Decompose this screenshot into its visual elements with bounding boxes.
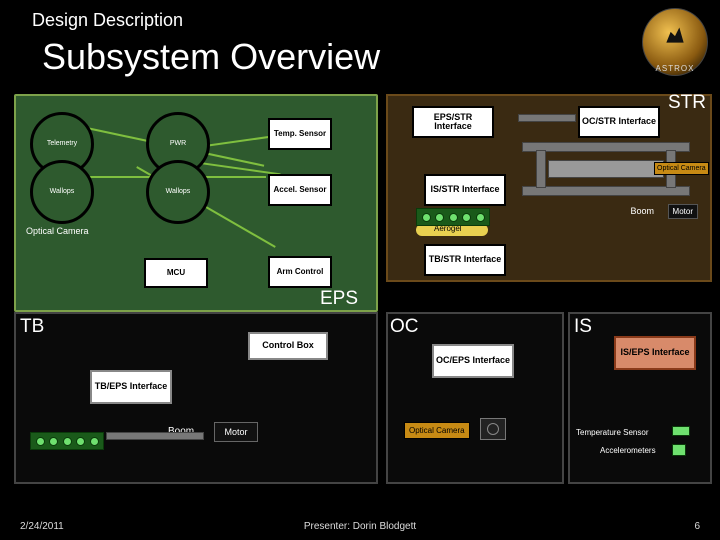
rail <box>522 142 690 152</box>
design-description-heading: Design Description <box>32 10 183 31</box>
str-panel: EPS/STR Interface OC/STR Interface IS/ST… <box>386 94 712 282</box>
temp-sensor-label: Temperature Sensor <box>576 428 648 437</box>
control-box: Control Box <box>248 332 328 360</box>
wallops-right-node: Wallops <box>146 160 210 224</box>
optical-camera-tag-oc: Optical Camera <box>404 422 470 439</box>
accel-label: Accelerometers <box>600 446 656 455</box>
is-str-interface-box: IS/STR Interface <box>424 174 506 206</box>
mcu-box: MCU <box>144 258 208 288</box>
brand-text: ASTROX <box>656 64 695 73</box>
optical-camera-tag: Optical Camera <box>654 162 709 175</box>
oc-eps-interface-box: OC/EPS Interface <box>432 344 514 378</box>
eps-panel: Telemetry PWR Wallops Wallops Temp. Sens… <box>14 94 378 312</box>
rail <box>518 114 576 122</box>
rail <box>106 432 204 440</box>
tb-eps-interface-box: TB/EPS Interface <box>90 370 172 404</box>
optical-camera-label: Optical Camera <box>26 226 89 236</box>
rail <box>536 150 546 188</box>
tb-label: TB <box>20 316 44 338</box>
is-label: IS <box>574 316 592 338</box>
arm-control-box: Arm Control <box>268 256 332 288</box>
motor-tag: Motor <box>668 204 698 219</box>
oc-label: OC <box>390 316 419 338</box>
str-label: STR <box>668 92 706 114</box>
boom-label: Boom <box>630 206 654 216</box>
astrox-logo: ASTROX <box>642 8 708 76</box>
eps-str-interface-box: EPS/STR Interface <box>412 106 494 138</box>
camera-icon <box>480 418 506 440</box>
page-title: Subsystem Overview <box>42 36 380 78</box>
pcb-icon <box>30 432 104 450</box>
oc-str-interface-box: OC/STR Interface <box>578 106 660 138</box>
eps-label: EPS <box>320 288 358 310</box>
tb-str-interface-box: TB/STR Interface <box>424 244 506 276</box>
temp-sensor-icon <box>672 426 690 436</box>
is-eps-interface-box: IS/EPS Interface <box>614 336 696 370</box>
rail <box>548 160 664 178</box>
footer-presenter: Presenter: Dorin Blodgett <box>0 521 720 532</box>
pcb-icon <box>416 208 490 226</box>
wallops-left-node: Wallops <box>30 160 94 224</box>
footer-page-number: 6 <box>694 521 700 532</box>
wolf-icon <box>662 21 688 47</box>
temp-sensor-box: Temp. Sensor <box>268 118 332 150</box>
motor-box-tb: Motor <box>214 422 258 442</box>
rail <box>522 186 690 196</box>
accel-icon <box>672 444 686 456</box>
accel-sensor-box: Accel. Sensor <box>268 174 332 206</box>
